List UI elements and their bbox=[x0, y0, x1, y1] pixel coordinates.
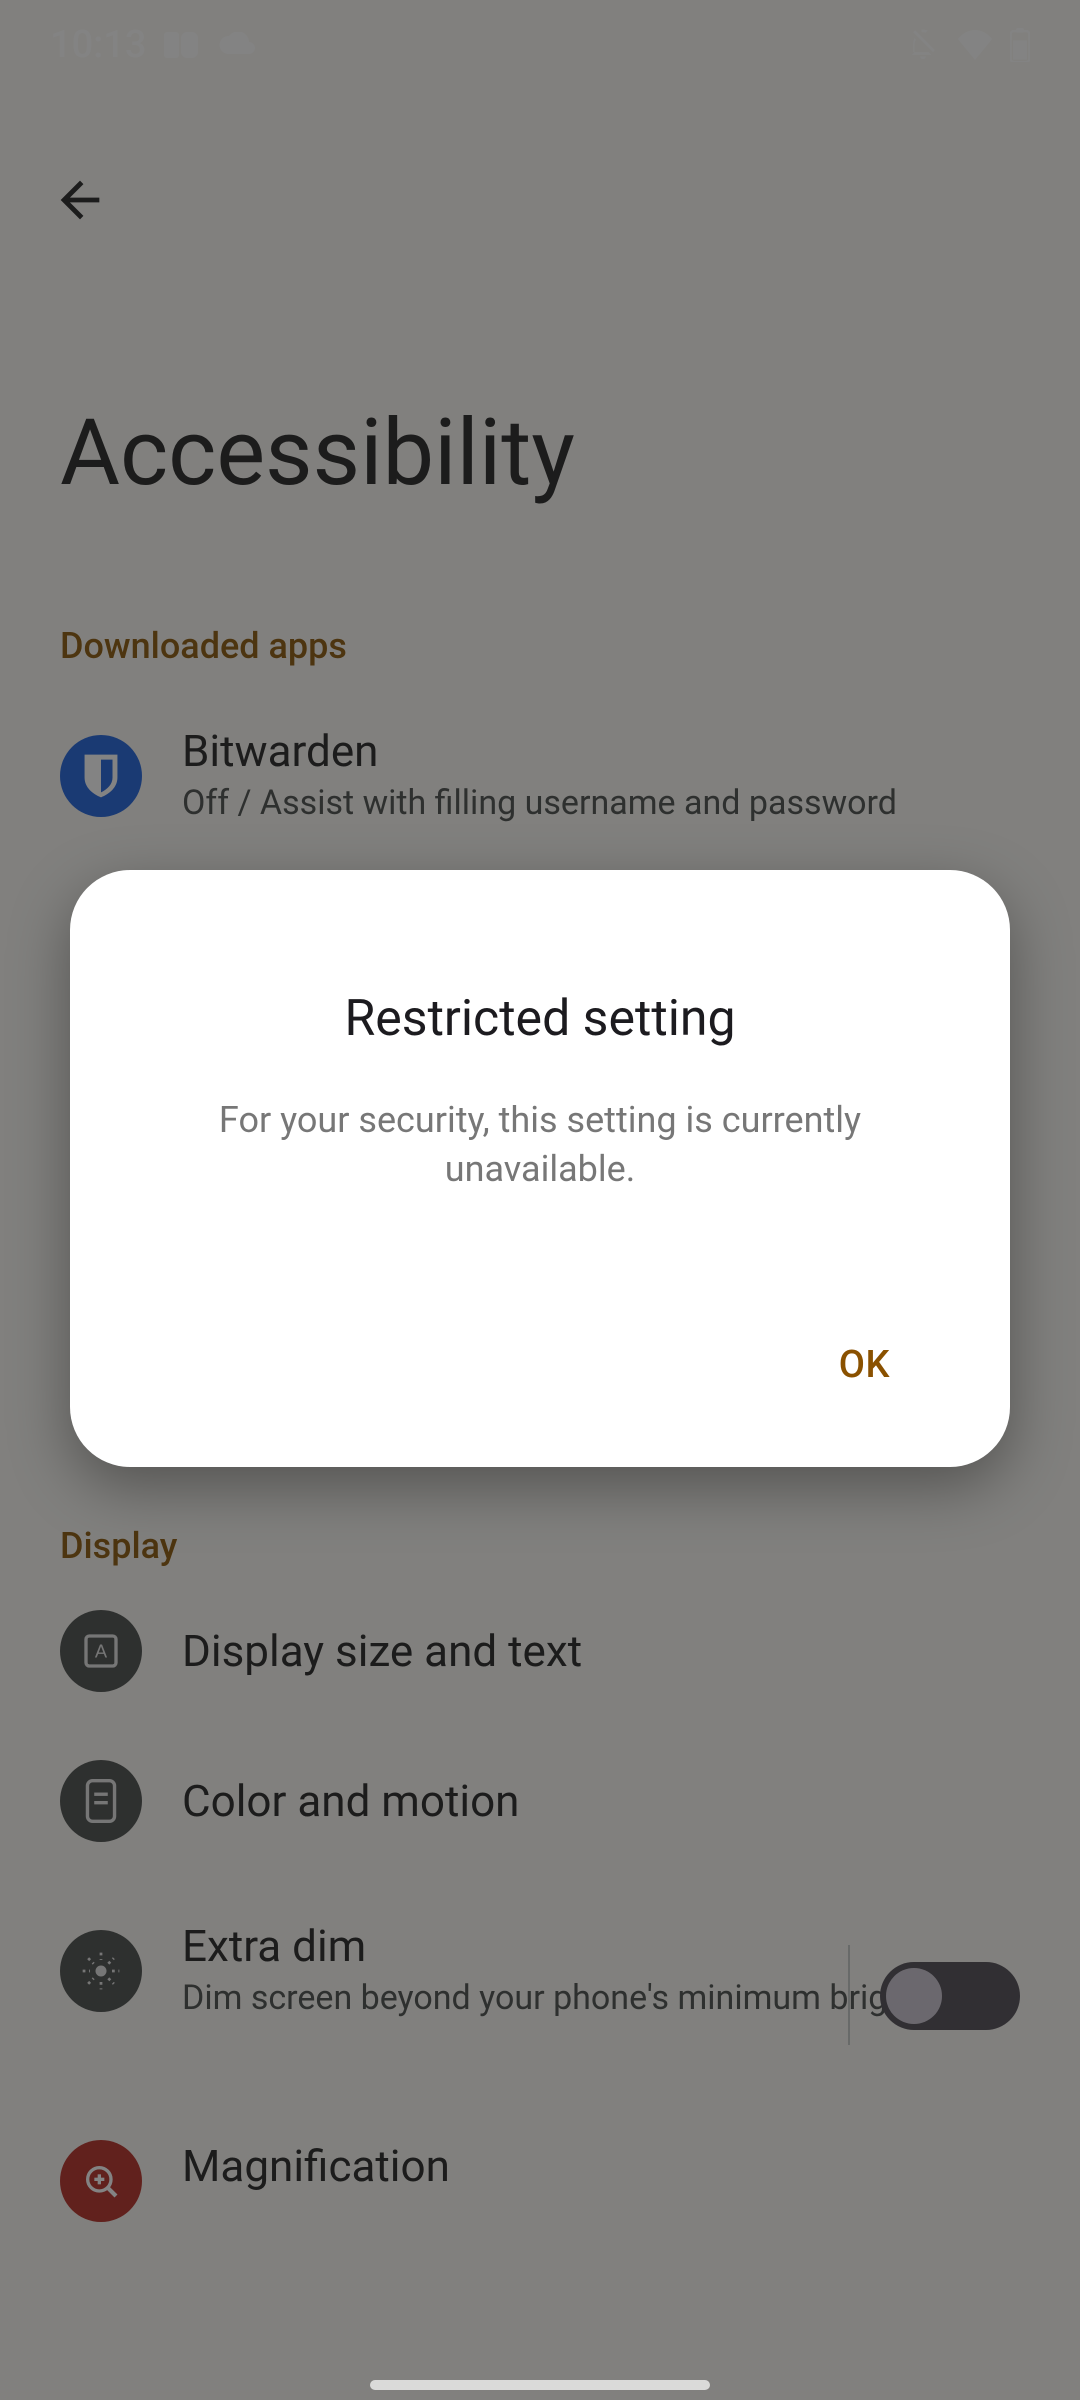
dialog-body: For your security, this setting is curre… bbox=[140, 1096, 940, 1193]
nav-handle[interactable] bbox=[370, 2380, 710, 2390]
restricted-setting-dialog: Restricted setting For your security, th… bbox=[70, 870, 1010, 1467]
dialog-ok-button[interactable]: OK bbox=[809, 1323, 920, 1407]
dialog-title: Restricted setting bbox=[140, 990, 940, 1048]
